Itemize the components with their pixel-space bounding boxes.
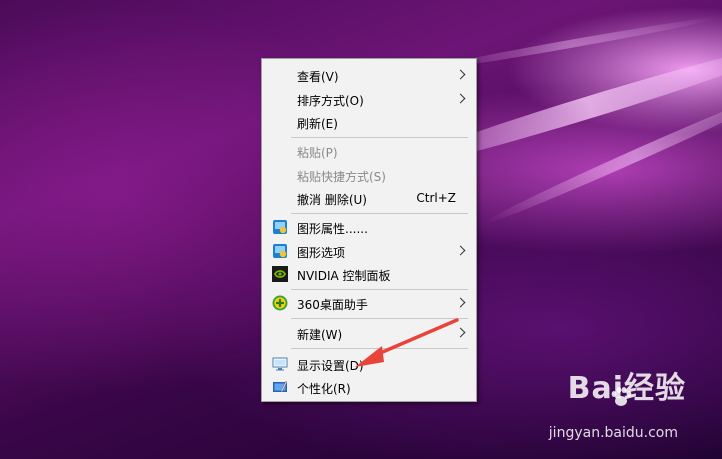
watermark-brand: Bai经验 bbox=[567, 371, 686, 406]
watermark-site: jingyan.baidu.com bbox=[548, 425, 678, 441]
